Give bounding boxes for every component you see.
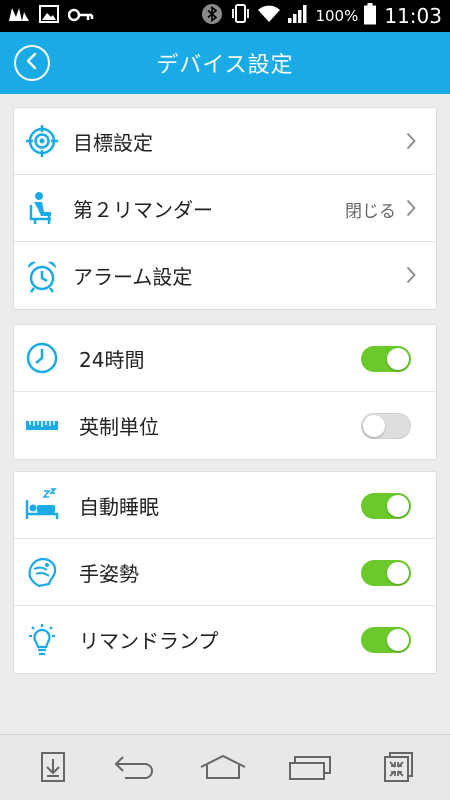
hand-gesture-icon xyxy=(25,555,59,589)
imperial-unit-toggle[interactable] xyxy=(361,413,411,439)
image-notification-icon xyxy=(39,5,59,27)
battery-icon xyxy=(364,3,377,29)
home-button[interactable] xyxy=(200,751,246,787)
imperial-unit-row: 英制単位 xyxy=(14,392,436,459)
home-icon xyxy=(199,753,247,785)
alarm-setting-row[interactable]: アラーム設定 xyxy=(14,242,436,309)
alarm-setting-label: アラーム設定 xyxy=(73,265,193,289)
toggle-knob xyxy=(387,495,409,517)
auto-sleep-label: 自動睡眠 xyxy=(79,494,159,519)
download-button[interactable] xyxy=(33,751,73,787)
auto-sleep-row: 自動睡眠 xyxy=(14,472,436,539)
key-icon xyxy=(67,7,94,26)
screen-shrink-icon xyxy=(382,751,414,787)
signal-icon xyxy=(287,4,309,28)
back-nav-button[interactable] xyxy=(113,751,157,787)
wifi-icon xyxy=(257,4,281,28)
settings-group-display: 24時間 英制単位 xyxy=(13,324,437,460)
chevron-right-icon xyxy=(406,266,416,288)
bluetooth-icon xyxy=(201,3,223,29)
second-reminder-value: 閉じる xyxy=(345,202,396,222)
second-reminder-row[interactable]: 第２リマンダー 閉じる xyxy=(14,175,436,242)
imperial-unit-label: 英制単位 xyxy=(79,415,159,439)
reminder-lamp-toggle[interactable] xyxy=(361,627,411,653)
chevron-right-icon xyxy=(406,199,416,221)
toggle-knob xyxy=(363,415,385,437)
recent-apps-button[interactable] xyxy=(288,751,332,787)
24-hour-row: 24時間 xyxy=(14,325,436,392)
toggle-knob xyxy=(387,348,409,370)
goal-setting-row[interactable]: 目標設定 xyxy=(14,108,436,175)
sitting-person-icon xyxy=(25,191,59,225)
alarm-clock-icon xyxy=(25,259,59,293)
reminder-lamp-label: リマンドランプ xyxy=(79,629,219,653)
ruler-icon xyxy=(25,409,59,443)
back-circle-icon xyxy=(25,52,39,74)
page-title: デバイス設定 xyxy=(156,53,294,78)
hand-gesture-toggle[interactable] xyxy=(361,560,411,586)
reminder-lamp-row: リマンドランプ xyxy=(14,606,436,673)
24-hour-toggle[interactable] xyxy=(361,346,411,372)
hand-gesture-label: 手姿勢 xyxy=(79,561,139,586)
back-arrow-icon xyxy=(113,753,157,785)
toggle-knob xyxy=(387,562,409,584)
app-notification-icon xyxy=(8,6,30,26)
download-icon xyxy=(40,751,66,787)
sleep-icon xyxy=(25,488,59,522)
hand-gesture-row: 手姿勢 xyxy=(14,539,436,606)
battery-percentage: 100% xyxy=(315,7,359,25)
vibrate-icon xyxy=(229,3,251,29)
settings-group-general: 目標設定 第２リマンダー 閉じる アラーム設定 xyxy=(13,107,437,310)
target-icon xyxy=(25,124,59,158)
clock-time: 11:03 xyxy=(384,4,442,28)
second-reminder-label: 第２リマンダー xyxy=(73,197,213,222)
settings-group-features: 自動睡眠 手姿勢 リマンドランプ xyxy=(13,471,437,674)
24-hour-label: 24時間 xyxy=(79,347,145,372)
app-bar: デバイス設定 xyxy=(0,32,450,94)
screen-shrink-button[interactable] xyxy=(378,751,418,787)
clock-icon xyxy=(25,341,59,375)
toggle-knob xyxy=(387,629,409,651)
chevron-right-icon xyxy=(406,132,416,154)
system-nav-bar xyxy=(0,734,450,800)
recent-apps-icon xyxy=(288,753,332,785)
auto-sleep-toggle[interactable] xyxy=(361,493,411,519)
lamp-icon xyxy=(25,623,59,657)
back-button[interactable] xyxy=(14,45,50,81)
status-bar: 100% 11:03 xyxy=(0,0,450,32)
goal-setting-label: 目標設定 xyxy=(73,130,153,155)
